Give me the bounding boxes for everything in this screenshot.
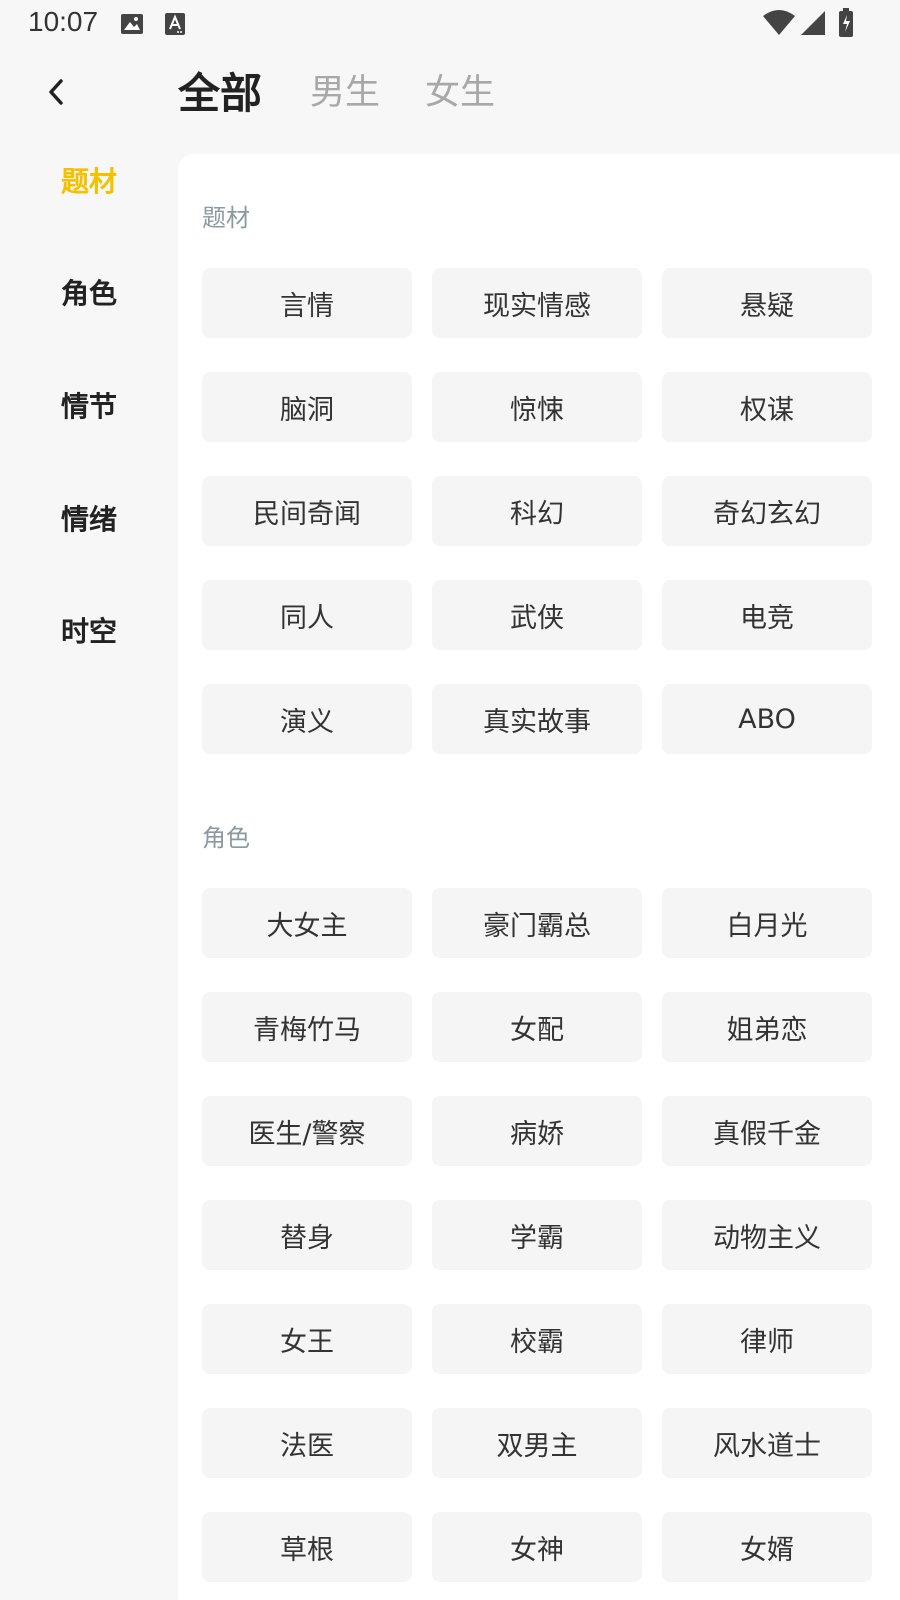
sidebar-item-plot[interactable]: 情节 bbox=[0, 375, 178, 435]
tag-button[interactable]: 医生/警察 bbox=[202, 1096, 412, 1166]
tag-button[interactable]: 真实故事 bbox=[432, 684, 642, 754]
tag-button[interactable]: 女神 bbox=[432, 1512, 642, 1582]
tag-button[interactable]: 病娇 bbox=[432, 1096, 642, 1166]
tag-button[interactable]: 豪门霸总 bbox=[432, 888, 642, 958]
battery-icon bbox=[838, 8, 854, 42]
tag-button[interactable]: 民间奇闻 bbox=[202, 476, 412, 546]
image-notification-icon bbox=[120, 12, 144, 40]
tag-button[interactable]: 演义 bbox=[202, 684, 412, 754]
tag-button[interactable]: 女婿 bbox=[662, 1512, 872, 1582]
tag-button[interactable]: 青梅竹马 bbox=[202, 992, 412, 1062]
tag-button[interactable]: 学霸 bbox=[432, 1200, 642, 1270]
tag-button[interactable]: 权谋 bbox=[662, 372, 872, 442]
tag-button[interactable]: ABO bbox=[662, 684, 872, 754]
tag-button[interactable]: 双男主 bbox=[432, 1408, 642, 1478]
tag-button[interactable]: 武侠 bbox=[432, 580, 642, 650]
tag-button[interactable]: 科幻 bbox=[432, 476, 642, 546]
cell-signal-icon bbox=[800, 10, 826, 40]
sidebar-item-theme[interactable]: 题材 bbox=[0, 150, 178, 210]
chevron-left-icon bbox=[49, 79, 63, 105]
tag-button[interactable]: 言情 bbox=[202, 268, 412, 338]
tag-button[interactable]: 女配 bbox=[432, 992, 642, 1062]
tag-button[interactable]: 草根 bbox=[202, 1512, 412, 1582]
sidebar-item-role[interactable]: 角色 bbox=[0, 262, 178, 322]
wifi-icon bbox=[762, 10, 796, 40]
tab-all[interactable]: 全部 bbox=[178, 60, 262, 121]
tag-button[interactable]: 动物主义 bbox=[662, 1200, 872, 1270]
header: 全部 男生 女生 bbox=[0, 60, 900, 140]
tag-panel: 题材言情 现实情感 悬疑脑洞 惊悚 权谋民间奇闻 科幻 奇幻玄幻同人 武侠 电竞演义 真实故事 AB… bbox=[178, 154, 900, 1600]
section-title: 题材 bbox=[202, 204, 250, 232]
status-bar: 10:07 bbox=[0, 0, 900, 48]
tag-button[interactable]: 同人 bbox=[202, 580, 412, 650]
tag-button[interactable]: 现实情感 bbox=[432, 268, 642, 338]
tag-button[interactable]: 律师 bbox=[662, 1304, 872, 1374]
sidebar-item-emotion[interactable]: 情绪 bbox=[0, 488, 178, 548]
tab-female[interactable]: 女生 bbox=[425, 64, 495, 115]
tag-button[interactable]: 脑洞 bbox=[202, 372, 412, 442]
tag-button[interactable]: 白月光 bbox=[662, 888, 872, 958]
tag-button[interactable]: 奇幻玄幻 bbox=[662, 476, 872, 546]
section-title: 角色 bbox=[202, 824, 250, 852]
back-button[interactable] bbox=[34, 70, 78, 114]
tag-button[interactable]: 风水道士 bbox=[662, 1408, 872, 1478]
tag-button[interactable]: 惊悚 bbox=[432, 372, 642, 442]
tag-button[interactable]: 真假千金 bbox=[662, 1096, 872, 1166]
text-notification-icon bbox=[165, 12, 187, 40]
tag-button[interactable]: 校霸 bbox=[432, 1304, 642, 1374]
tag-button[interactable]: 姐弟恋 bbox=[662, 992, 872, 1062]
status-time: 10:07 bbox=[28, 6, 99, 37]
tag-button[interactable]: 大女主 bbox=[202, 888, 412, 958]
tag-button[interactable]: 电竞 bbox=[662, 580, 872, 650]
tab-male[interactable]: 男生 bbox=[310, 64, 380, 115]
tag-button[interactable]: 悬疑 bbox=[662, 268, 872, 338]
tag-button[interactable]: 女王 bbox=[202, 1304, 412, 1374]
tag-button[interactable]: 法医 bbox=[202, 1408, 412, 1478]
tag-button[interactable]: 替身 bbox=[202, 1200, 412, 1270]
sidebar-item-era[interactable]: 时空 bbox=[0, 600, 178, 660]
